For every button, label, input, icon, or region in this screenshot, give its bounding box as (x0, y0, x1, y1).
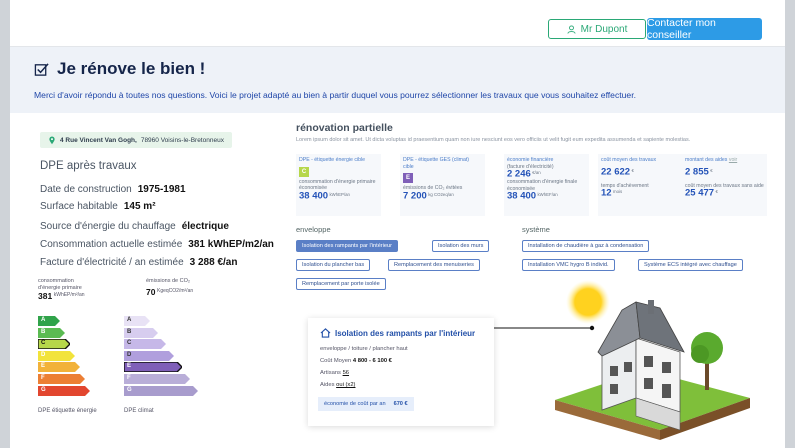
climate-scale-bar-f: F (124, 373, 190, 384)
energy-badge: C (299, 166, 309, 177)
card-works-cost: coût moyen des travaux 22 622 € temps d'… (598, 154, 683, 216)
address-city: 78960 Voisins-le-Bretonneux (140, 136, 224, 144)
climate-scale-label: DPE climat (124, 408, 154, 414)
climate-scale-bar-c: C (124, 339, 166, 350)
header: Mr Dupont Contacter mon conseiller (10, 0, 785, 47)
energy-scale-bar-c: C (38, 339, 70, 350)
tag-porte-isolee[interactable]: Remplacement par porte isolée (296, 278, 386, 290)
detail-title: Isolation des rampants par l'intérieur (320, 328, 475, 338)
card-financial-saving: économie financière (facture d'électrici… (504, 154, 589, 216)
energy-scale-bar-a: A (38, 316, 60, 326)
energy-scale-bar-b: B (38, 327, 65, 338)
tag-isolation-plancher-bas[interactable]: Isolation du plancher bas (296, 259, 371, 271)
renovation-title: rénovation partielle (296, 122, 393, 134)
tag-vmc-hygro[interactable]: Installation VMC hygro B individ. (522, 259, 615, 271)
surface-info: Surface habitable 145 m² (40, 201, 156, 212)
energy-source-info: Source d'énergie du chauffage électrique (40, 221, 229, 232)
contact-advisor-button[interactable]: Contacter mon conseiller (647, 17, 762, 41)
system-section-label: système (522, 225, 550, 234)
climate-scale-bar-b: B (124, 327, 158, 338)
page-subtitle: Merci d'avoir répondu à toutes nos quest… (34, 90, 636, 100)
climate-scale: ABCDEFG (124, 316, 198, 397)
aides-link[interactable]: oui (x2) (336, 382, 355, 388)
house-icon (320, 328, 331, 338)
climate-scale-bar-d: D (124, 350, 174, 361)
checklist-icon (34, 62, 49, 76)
artisans-link[interactable]: 56 (343, 370, 349, 376)
energy-scale-label: DPE étiquette énergie (38, 408, 97, 414)
energy-scale-bar-e: E (38, 362, 80, 373)
climate-badge: E (403, 173, 413, 183)
tag-systeme-ecs[interactable]: Système ECS intégré avec chauffage (638, 259, 743, 271)
detail-cost: Coût Moyen 4 800 - 6 100 € (320, 358, 392, 364)
climate-scale-bar-a: A (124, 316, 150, 326)
energy-scale-bar-f: F (38, 373, 85, 384)
construction-info: Date de construction 1975-1981 (40, 184, 186, 195)
primary-energy-block: consommation d'énergie primaire 381 kWhE… (38, 278, 85, 301)
detail-saving-badge: économie de coût par an 670 € (318, 397, 414, 411)
address-street: 4 Rue Vincent Van Gogh, (60, 136, 137, 144)
renovation-subtitle: Lorem ipsum dolor sit amet. Ut dicta vol… (296, 137, 691, 143)
detail-aides: Aides oui (x2) (320, 382, 356, 388)
dpe-title: DPE après travaux (40, 160, 137, 172)
card-climate-label: DPE - étiquette GES (climat) cible E émi… (400, 154, 485, 216)
app-frame: Mr Dupont Contacter mon conseiller Je ré… (10, 0, 785, 448)
energy-scale-bar-d: D (38, 350, 75, 361)
selected-work-detail: Isolation des rampants par l'intérieur e… (308, 318, 494, 426)
card-energy-label: DPE - étiquette énergie cible C consomma… (296, 154, 381, 216)
detail-path: enveloppe / toiture / plancher haut (320, 346, 408, 352)
tag-chaudiere-gaz[interactable]: Installation de chaudière à gaz à conden… (522, 240, 650, 252)
consumption-info: Consommation actuelle estimée 381 kWhEP/m… (40, 239, 274, 250)
house-illustration (555, 280, 750, 440)
envelope-section-label: enveloppe (296, 225, 331, 234)
card-aids: montant des aides voir 2 855 € coût moye… (682, 154, 767, 216)
banner: Je rénove le bien ! Merci d'avoir répond… (10, 47, 785, 113)
see-aids-link[interactable]: voir (729, 157, 737, 163)
co2-block: émissions de CO₂ 70 KgeqCO2/m²/an (146, 278, 194, 297)
energy-scale-bar-g: G (38, 385, 90, 396)
address-badge: 4 Rue Vincent Van Gogh, 78960 Voisins-le… (40, 132, 232, 148)
user-label: Mr Dupont (580, 23, 628, 35)
tag-isolation-murs[interactable]: Isolation des murs (432, 240, 490, 252)
climate-scale-bar-e: E (124, 362, 182, 373)
user-icon (567, 24, 576, 34)
detail-artisans: Artisans 56 (320, 370, 350, 376)
bill-info: Facture d'électricité / an estimée 3 288 … (40, 257, 238, 268)
tag-remplacement-menuiseries[interactable]: Remplacement des menuiseries (388, 259, 480, 271)
climate-scale-bar-g: G (124, 385, 198, 396)
tag-isolation-rampants[interactable]: Isolation des rampants par l'intérieur (296, 240, 398, 252)
user-button[interactable]: Mr Dupont (548, 19, 646, 39)
energy-scale: ABCDEFG (38, 316, 90, 397)
location-pin-icon (49, 136, 55, 144)
page-title: Je rénove le bien ! (34, 59, 205, 79)
